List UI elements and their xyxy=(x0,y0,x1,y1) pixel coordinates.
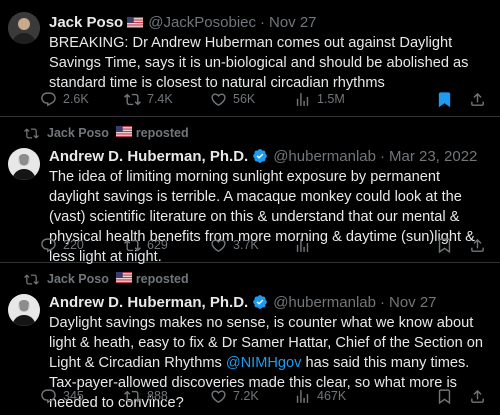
reply-button[interactable]: 345 xyxy=(40,388,124,405)
views-count: 1.5M xyxy=(317,92,345,106)
tweet-text: BREAKING: Dr Andrew Huberman comes out a… xyxy=(49,35,469,91)
views-count: 467K xyxy=(317,389,347,403)
tweet-actions: 220 629 3.7K xyxy=(40,235,486,255)
bookmark-button[interactable] xyxy=(436,237,453,254)
tweet-header: Jack Poso @JackPosobiec · Nov 27 xyxy=(49,12,490,32)
reposter-name[interactable]: Jack Poso xyxy=(47,126,109,140)
like-count: 3.7K xyxy=(233,238,259,252)
bookmark-button[interactable] xyxy=(436,91,453,108)
tweet-date[interactable]: Nov 27 xyxy=(389,294,437,311)
bookmark-button[interactable] xyxy=(436,388,453,405)
author-name[interactable]: Andrew D. Huberman, Ph.D. xyxy=(49,148,248,165)
author-handle[interactable]: @hubermanlab xyxy=(273,294,376,311)
like-count: 56K xyxy=(233,92,256,106)
author-handle[interactable]: @JackPosobiec xyxy=(148,14,256,31)
tweet[interactable]: Jack Poso reposted Andrew D. Huberman, P… xyxy=(0,117,500,265)
repost-icon xyxy=(23,271,39,287)
views-button[interactable] xyxy=(294,237,390,254)
verified-icon xyxy=(252,148,268,164)
separator: · xyxy=(380,293,385,311)
repost-icon xyxy=(124,91,141,108)
reply-icon xyxy=(40,388,57,405)
share-icon xyxy=(469,388,486,405)
us-flag-icon xyxy=(127,17,143,28)
repost-count: 7.4K xyxy=(147,92,173,106)
reposted-label: reposted xyxy=(135,272,189,286)
repost-icon xyxy=(23,125,39,141)
views-button[interactable]: 1.5M xyxy=(294,91,390,108)
reply-button[interactable]: 220 xyxy=(40,237,124,254)
reply-button[interactable]: 2.6K xyxy=(40,91,124,108)
reposter-name[interactable]: Jack Poso xyxy=(47,272,109,286)
repost-button[interactable]: 7.4K xyxy=(124,91,210,108)
tweet[interactable]: Jack Poso reposted Andrew D. Huberman, P… xyxy=(0,263,500,415)
tweet-actions: 2.6K 7.4K 56K 1.5M xyxy=(40,89,486,109)
author-handle[interactable]: @hubermanlab xyxy=(273,148,376,165)
share-button[interactable] xyxy=(469,91,486,108)
reply-count: 220 xyxy=(63,238,84,252)
mention-link[interactable]: @NIMHgov xyxy=(226,355,302,371)
avatar[interactable] xyxy=(8,148,40,180)
author-name[interactable]: Jack Poso xyxy=(49,14,123,31)
reply-count: 345 xyxy=(63,389,84,403)
repost-indicator: Jack Poso reposted xyxy=(23,271,189,287)
views-icon xyxy=(294,388,311,405)
repost-button[interactable]: 888 xyxy=(124,388,210,405)
repost-count: 888 xyxy=(147,389,168,403)
tweet-header: Andrew D. Huberman, Ph.D. @hubermanlab ·… xyxy=(49,292,490,312)
share-button[interactable] xyxy=(469,388,486,405)
views-icon xyxy=(294,237,311,254)
repost-button[interactable]: 629 xyxy=(124,237,210,254)
tweet-header: Andrew D. Huberman, Ph.D. @hubermanlab ·… xyxy=(49,146,490,166)
reply-icon xyxy=(40,237,57,254)
reply-count: 2.6K xyxy=(63,92,89,106)
author-name[interactable]: Andrew D. Huberman, Ph.D. xyxy=(49,294,248,311)
repost-indicator: Jack Poso reposted xyxy=(23,125,189,141)
like-button[interactable]: 56K xyxy=(210,91,294,108)
share-icon xyxy=(469,237,486,254)
reposted-label: reposted xyxy=(135,126,189,140)
avatar[interactable] xyxy=(8,12,40,44)
like-button[interactable]: 3.7K xyxy=(210,237,294,254)
reply-icon xyxy=(40,91,57,108)
views-icon xyxy=(294,91,311,108)
like-icon xyxy=(210,237,227,254)
bookmark-icon xyxy=(436,388,453,405)
tweet-date[interactable]: Nov 27 xyxy=(269,14,317,31)
repost-count: 629 xyxy=(147,238,168,252)
views-button[interactable]: 467K xyxy=(294,388,390,405)
tweet[interactable]: Jack Poso @JackPosobiec · Nov 27 BREAKIN… xyxy=(0,0,500,117)
us-flag-icon xyxy=(116,126,132,137)
share-icon xyxy=(469,91,486,108)
verified-icon xyxy=(252,294,268,310)
us-flag-icon xyxy=(116,272,132,283)
avatar[interactable] xyxy=(8,294,40,326)
bookmark-icon xyxy=(436,91,453,108)
tweet-date[interactable]: Mar 23, 2022 xyxy=(389,148,477,165)
like-count: 7.2K xyxy=(233,389,259,403)
bookmark-icon xyxy=(436,237,453,254)
tweet-body: Jack Poso @JackPosobiec · Nov 27 BREAKIN… xyxy=(49,12,490,93)
share-button[interactable] xyxy=(469,237,486,254)
like-icon xyxy=(210,91,227,108)
like-icon xyxy=(210,388,227,405)
separator: · xyxy=(380,147,385,165)
tweet-actions: 345 888 7.2K 467K xyxy=(40,386,486,406)
repost-icon xyxy=(124,237,141,254)
like-button[interactable]: 7.2K xyxy=(210,388,294,405)
separator: · xyxy=(260,13,265,31)
repost-icon xyxy=(124,388,141,405)
